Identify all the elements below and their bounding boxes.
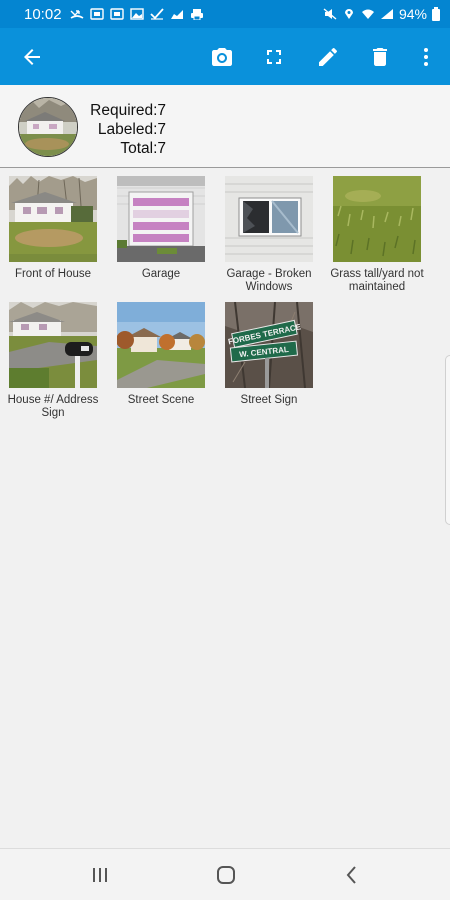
- edit-button[interactable]: [304, 28, 352, 85]
- photo-tile[interactable]: FORBES TERRACE W. CENTRAL Street Sign: [218, 302, 320, 407]
- photo-label: Street Sign: [240, 394, 298, 406]
- location-icon: [344, 9, 353, 19]
- recent-apps-button[interactable]: [70, 849, 130, 900]
- notification-icons: [70, 8, 204, 20]
- photo-label: Street Scene: [127, 394, 195, 406]
- photo-icon: [89, 8, 104, 20]
- required-count: Required:7: [90, 102, 166, 119]
- fullscreen-icon: [267, 49, 281, 64]
- fullscreen-button[interactable]: [250, 28, 298, 85]
- photo-label: House #/ Address Sign: [7, 394, 99, 419]
- photo-counts: Required:7 Labeled:7 Total:7: [84, 101, 166, 158]
- edit-icon: [319, 47, 338, 66]
- total-count: Total:7: [120, 140, 166, 157]
- tall-grass-photo: [333, 176, 421, 262]
- status-bar: 10:02 94%: [0, 0, 450, 28]
- photo-label: Front of House: [14, 268, 92, 280]
- navigation-bar: [0, 848, 450, 900]
- photo-tile[interactable]: Garage: [110, 176, 212, 281]
- signal-icon: [380, 9, 393, 19]
- camera-icon: [212, 47, 232, 66]
- photo-tile[interactable]: House #/ Address Sign: [2, 302, 104, 420]
- house-photo-icon: [19, 98, 77, 156]
- back-nav-button[interactable]: [322, 849, 382, 900]
- printer-icon: [190, 9, 203, 20]
- garage-photo: [117, 176, 205, 262]
- chart-icon: [170, 10, 183, 19]
- battery-percent: 94%: [398, 6, 427, 22]
- back-nav-icon: [346, 866, 356, 884]
- front-of-house-photo: [9, 176, 97, 262]
- photo-icon: [109, 8, 124, 20]
- photo-tile[interactable]: Front of House: [2, 176, 104, 281]
- photo-tile[interactable]: Garage - Broken Windows: [218, 176, 320, 294]
- street-scene-photo: [117, 302, 205, 388]
- home-button[interactable]: [196, 849, 256, 900]
- more-vert-icon: [424, 47, 428, 66]
- back-button[interactable]: [8, 28, 56, 85]
- image-icon: [129, 8, 144, 20]
- photo-label: Garage: [141, 268, 181, 280]
- broken-windows-photo: [225, 176, 313, 262]
- delete-icon: [373, 47, 387, 66]
- wifi-icon: [361, 9, 374, 19]
- property-thumbnail[interactable]: [18, 97, 78, 157]
- missed-call-icon: [70, 10, 83, 19]
- home-icon: [217, 866, 235, 884]
- status-time: 10:02: [24, 5, 62, 23]
- recent-apps-icon: [93, 868, 107, 882]
- check-icon: [149, 8, 164, 20]
- address-sign-photo: [9, 302, 97, 388]
- battery-icon: [432, 7, 440, 21]
- system-status: 94%: [323, 6, 440, 22]
- photo-label: Garage - Broken Windows: [226, 268, 312, 293]
- edge-panel-handle[interactable]: [445, 355, 450, 525]
- photo-label: Grass tall/yard not maintained: [330, 268, 424, 293]
- photo-tile[interactable]: Grass tall/yard not maintained: [326, 176, 428, 294]
- more-options-button[interactable]: [402, 28, 450, 85]
- street-sign-photo: FORBES TERRACE W. CENTRAL: [225, 302, 313, 388]
- labeled-count: Labeled:7: [97, 121, 166, 138]
- delete-button[interactable]: [356, 28, 404, 85]
- photo-tile[interactable]: Street Scene: [110, 302, 212, 407]
- summary-header: Required:7 Labeled:7 Total:7: [0, 85, 450, 168]
- app-bar: [0, 28, 450, 85]
- back-arrow-icon: [24, 48, 40, 65]
- mute-icon: [323, 8, 337, 20]
- camera-button[interactable]: [198, 28, 246, 85]
